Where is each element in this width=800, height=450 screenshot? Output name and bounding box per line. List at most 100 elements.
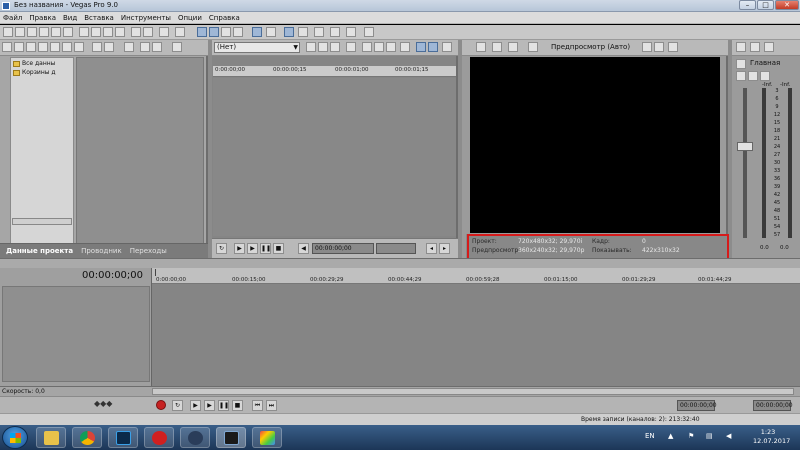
close-button[interactable]: ✕ — [775, 0, 799, 10]
menu-view[interactable]: Вид — [63, 14, 77, 22]
menu-tools[interactable]: Инструменты — [121, 14, 171, 22]
taskbar-chrome[interactable] — [72, 427, 102, 448]
tray-arrow-icon[interactable]: ▲ — [668, 432, 673, 440]
help-icon[interactable] — [364, 27, 374, 37]
copy-icon[interactable] — [91, 27, 101, 37]
envelope-tool-icon[interactable] — [209, 27, 219, 37]
stop-icon[interactable]: ■ — [273, 243, 284, 254]
go-to-end-icon[interactable]: ⏭ — [266, 400, 277, 411]
trimmer-canvas[interactable] — [213, 78, 456, 236]
open-icon[interactable] — [15, 27, 25, 37]
search-media-icon[interactable] — [74, 42, 84, 52]
preview-properties-icon[interactable] — [476, 42, 486, 52]
flag-tray-icon[interactable]: ⚑ — [688, 432, 694, 440]
go-to-start-icon[interactable]: ⏮ — [252, 400, 263, 411]
preview-menu-icon[interactable] — [668, 42, 678, 52]
get-media-icon[interactable] — [26, 42, 36, 52]
crossfade-icon[interactable] — [298, 27, 308, 37]
import-media-icon[interactable] — [2, 42, 12, 52]
master-solo-icon[interactable] — [764, 42, 774, 52]
start-button[interactable] — [2, 426, 28, 449]
save-icon[interactable] — [27, 27, 37, 37]
timeline-splitter[interactable] — [0, 258, 800, 268]
trimmer-video-icon[interactable] — [416, 42, 426, 52]
menu-help[interactable]: Справка — [209, 14, 240, 22]
cut-icon[interactable] — [79, 27, 89, 37]
menu-file[interactable]: Файл — [3, 14, 22, 22]
play-icon[interactable]: ▶ — [204, 400, 215, 411]
taskbar-cinema4d[interactable] — [180, 427, 210, 448]
save-as-icon[interactable] — [39, 27, 49, 37]
volume-tray-icon[interactable]: ◀ — [726, 432, 731, 440]
trimmer-duration-field[interactable] — [376, 243, 416, 254]
remove-media-icon[interactable] — [38, 42, 48, 52]
menu-options[interactable]: Опции — [178, 14, 202, 22]
trimmer-save-icon[interactable] — [346, 42, 356, 52]
tab-project-media[interactable]: Данные проекта — [6, 247, 73, 255]
stop-media-icon[interactable] — [152, 42, 162, 52]
save-snapshot-icon[interactable] — [654, 42, 664, 52]
remove-unused-icon[interactable] — [50, 42, 60, 52]
loop-icon[interactable]: ↻ — [216, 243, 227, 254]
menu-insert[interactable]: Вставка — [84, 14, 114, 22]
timeline-ruler[interactable]: 0:00:00;00 00:00:15;00 00:00:29;29 00:00… — [152, 268, 800, 284]
media-fx-icon[interactable] — [92, 42, 102, 52]
paste-icon[interactable] — [103, 27, 113, 37]
undo-icon[interactable] — [131, 27, 141, 37]
trimmer-media-select[interactable]: (Нет) ▼ — [214, 42, 300, 53]
taskbar-paint[interactable] — [252, 427, 282, 448]
language-indicator[interactable]: EN — [645, 432, 655, 440]
master-fx-icon[interactable] — [736, 42, 746, 52]
trimmer-add-icon[interactable] — [362, 42, 372, 52]
trimmer-audio-icon[interactable] — [428, 42, 438, 52]
new-project-icon[interactable] — [3, 27, 13, 37]
maximize-button[interactable]: □ — [757, 0, 774, 10]
redo-icon[interactable] — [143, 27, 153, 37]
menu-edit[interactable]: Правка — [29, 14, 56, 22]
pause-icon[interactable]: ❚❚ — [218, 400, 229, 411]
delete-icon[interactable] — [115, 27, 125, 37]
media-generator-icon[interactable] — [104, 42, 114, 52]
tab-explorer[interactable]: Проводник — [81, 247, 122, 255]
playback-speed[interactable]: Скорость: 0,0 — [2, 388, 45, 395]
trimmer-snap-icon[interactable] — [400, 42, 410, 52]
master-fader-knob[interactable] — [737, 142, 753, 151]
scrub-icon[interactable]: ◆◆◆ — [94, 399, 112, 408]
selection-start-field[interactable]: 00:00:00;00 — [677, 400, 717, 411]
prev-frame-icon[interactable]: ◀ — [298, 243, 309, 254]
minimize-button[interactable]: – — [739, 0, 756, 10]
network-tray-icon[interactable]: ▤ — [706, 432, 713, 440]
pause-icon[interactable]: ❚❚ — [260, 243, 271, 254]
normal-edit-tool-icon[interactable] — [197, 27, 207, 37]
trimmer-open-icon[interactable] — [306, 42, 316, 52]
play-icon[interactable]: ▶ — [247, 243, 258, 254]
properties-icon[interactable] — [63, 27, 73, 37]
taskbar-explorer[interactable] — [36, 427, 66, 448]
tree-item-media-bins[interactable]: Корзины д — [13, 69, 56, 76]
loop-playback-icon[interactable]: ↻ — [172, 400, 183, 411]
timeline-scrollbar[interactable] — [152, 388, 794, 395]
trimmer-lock-icon[interactable] — [442, 42, 452, 52]
taskbar-clock[interactable]: 1:23 12.07.2017 — [753, 428, 790, 446]
split-screen-icon[interactable] — [508, 42, 518, 52]
zoom-tool-icon[interactable] — [233, 27, 243, 37]
history-icon[interactable] — [159, 27, 169, 37]
play-from-start-icon[interactable]: ▶ — [190, 400, 201, 411]
overlays-icon[interactable] — [528, 42, 538, 52]
ignore-grouping-icon[interactable] — [284, 27, 294, 37]
selection-end-field[interactable]: 00:00:00;00 — [753, 400, 793, 411]
tree-item-all-media[interactable]: Все данны — [13, 60, 55, 67]
media-list[interactable] — [76, 57, 204, 266]
track-headers-area[interactable] — [2, 286, 150, 382]
trimmer-timecode[interactable]: 00:00:00;00 — [312, 243, 374, 254]
trimmer-after-icon[interactable] — [386, 42, 396, 52]
stop-icon[interactable]: ■ — [232, 400, 243, 411]
timeline-canvas[interactable] — [152, 284, 800, 386]
trimmer-remove-icon[interactable] — [318, 42, 328, 52]
lock-envelopes-icon[interactable] — [266, 27, 276, 37]
scroll-left-icon[interactable]: ◂ — [426, 243, 437, 254]
master-no-icon[interactable] — [760, 71, 770, 81]
record-button[interactable] — [156, 400, 166, 410]
capture-icon[interactable] — [14, 42, 24, 52]
media-bins-tree[interactable]: Все данны Корзины д — [10, 57, 74, 266]
